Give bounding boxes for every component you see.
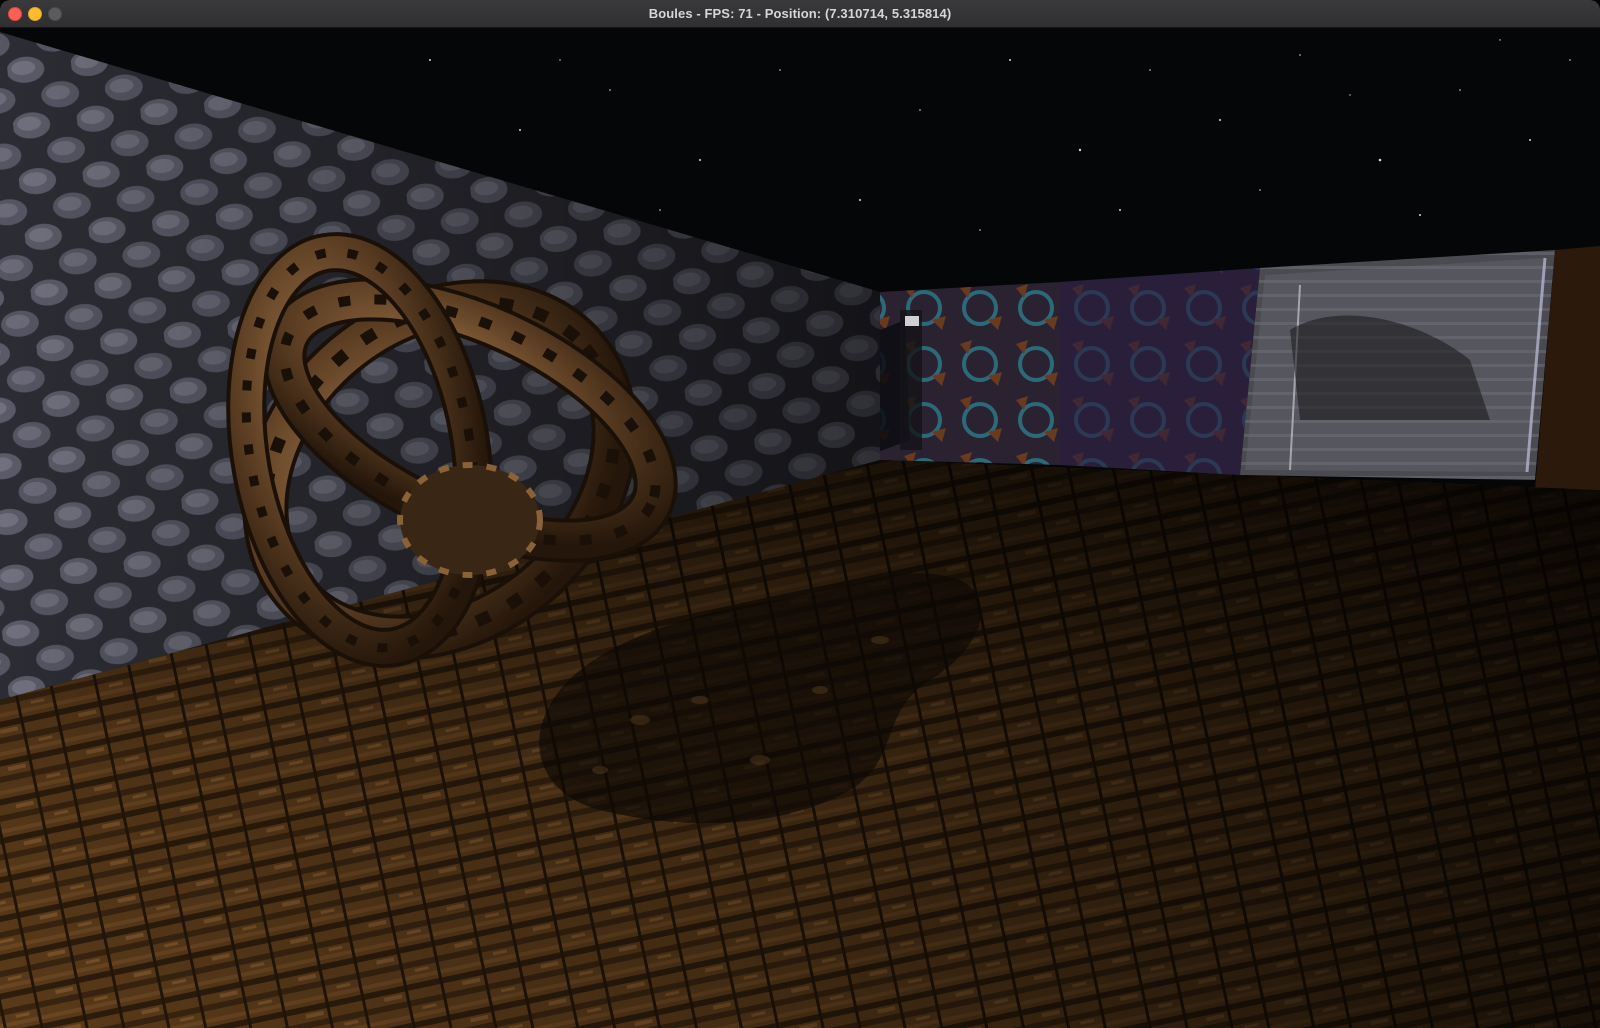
- window-title: Boules - FPS: 71 - Position: (7.310714, …: [648, 6, 952, 21]
- title-bar[interactable]: Boules - FPS: 71 - Position: (7.310714, …: [0, 0, 1600, 28]
- scene-render: [0, 28, 1600, 1028]
- game-window: Boules - FPS: 71 - Position: (7.310714, …: [0, 0, 1600, 1028]
- game-viewport[interactable]: [0, 28, 1600, 1028]
